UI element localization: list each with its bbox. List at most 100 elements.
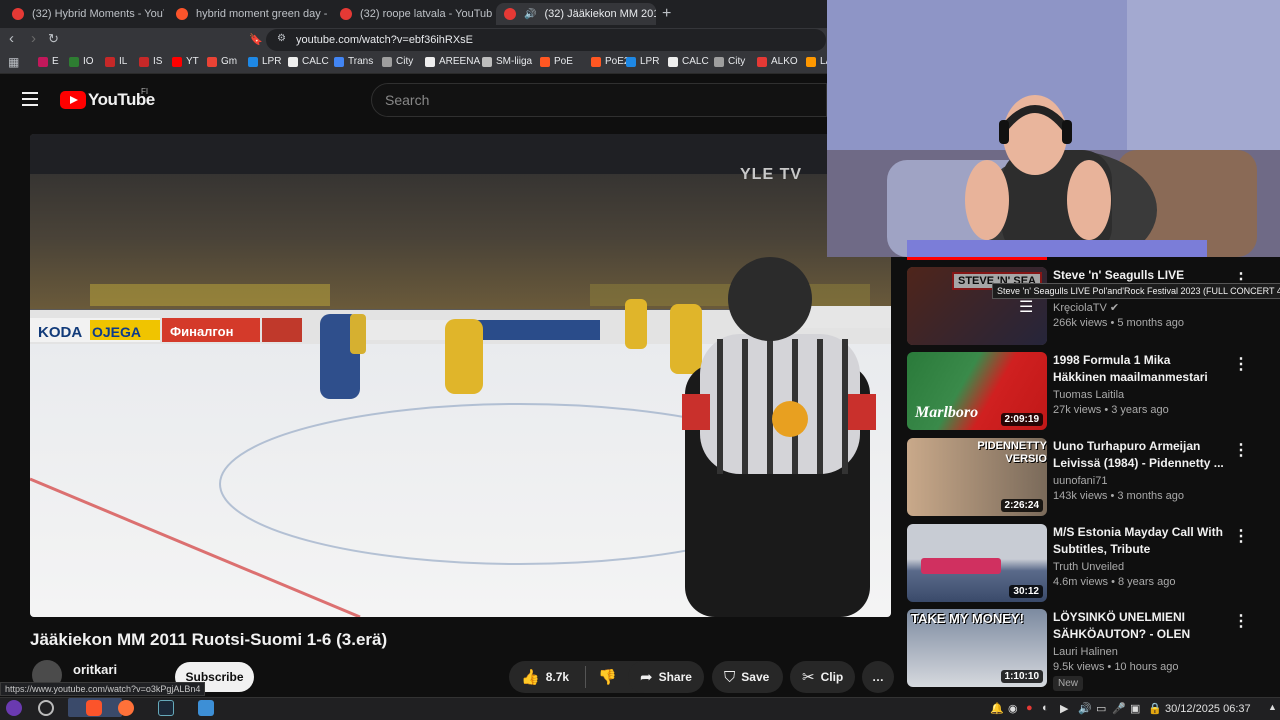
thumbs-down-icon[interactable]: 👎 [598, 668, 617, 686]
video-thumbnail[interactable]: STEVE 'N' SEA ☰ [907, 267, 1047, 345]
youtube-logo-icon[interactable] [60, 91, 86, 109]
save-label: Save [741, 670, 770, 684]
video-thumbnail[interactable]: TAKE MY MONEY! 1:10:10 [907, 609, 1047, 687]
more-options-icon[interactable]: ⋮ [1233, 440, 1249, 460]
bookmark-favicon-icon [757, 56, 767, 67]
like-count[interactable]: 8.7k [546, 670, 569, 684]
video-player[interactable]: KODA OJEGA Финалгон [30, 134, 891, 617]
bookmark-favicon-icon [69, 56, 79, 67]
lock-icon[interactable]: 🔒 [1148, 702, 1162, 715]
video-item-title: M/S Estonia Mayday Call With Subtitles, … [1053, 525, 1223, 556]
related-video-item[interactable]: Marlboro 2:09:19 1998 Formula 1 Mika Häk… [907, 352, 1267, 432]
bookmark-favicon-icon [806, 56, 816, 67]
bookmark-item[interactable]: AREENA [425, 56, 480, 67]
bookmark-item[interactable]: YT [172, 56, 199, 67]
channel-name[interactable]: oritkari [73, 662, 117, 677]
thumbnail-caption: Marlboro [915, 404, 979, 421]
browser-tab[interactable]: (32) roope latvala - YouTube [332, 3, 492, 25]
bookmark-label: Gm [221, 56, 238, 67]
notification-bell-icon[interactable]: 🔔 [990, 702, 1004, 715]
share-button[interactable]: ➦ Share [628, 661, 704, 693]
steam-tray-icon[interactable]: ◐ [1042, 702, 1049, 714]
obs-icon[interactable]: ◉ [1008, 702, 1018, 715]
microphone-icon[interactable]: 🎤 [1112, 702, 1126, 715]
search-input[interactable] [371, 83, 827, 117]
bookmark-item[interactable]: City [714, 56, 745, 67]
video-thumbnail[interactable]: 30:12 [907, 524, 1047, 602]
bookmark-item[interactable]: IO [69, 56, 94, 67]
brave-browser-icon[interactable] [86, 700, 102, 716]
video-thumbnail[interactable]: Marlboro 2:09:19 [907, 352, 1047, 430]
related-video-item[interactable]: STEVE 'N' SEA ☰ Steve 'n' Seagulls LIVE … [907, 267, 1267, 347]
more-options-icon[interactable]: ⋮ [1233, 354, 1249, 374]
firefox-icon[interactable] [118, 700, 134, 716]
bookmark-label: IS [153, 56, 163, 67]
search-placeholder: Search [385, 92, 430, 108]
thumbs-up-icon[interactable]: 👍 [521, 668, 540, 686]
verified-check-icon: ✔ [1109, 302, 1120, 314]
bookmark-item[interactable]: CALC [288, 56, 329, 67]
more-options-icon[interactable]: ⋮ [1233, 526, 1249, 546]
related-video-item[interactable]: TAKE MY MONEY! 1:10:10 LÖYSINKÖ UNELMIEN… [907, 609, 1267, 691]
clipboard-icon[interactable]: ▭ [1096, 702, 1106, 715]
video-title: Jääkiekon MM 2011 Ruotsi-Suomi 1-6 (3.er… [30, 630, 388, 649]
network-icon[interactable]: ▣ [1130, 702, 1140, 715]
svg-text:Финалгон: Финалгон [170, 324, 233, 339]
bookmark-item[interactable]: CALC [668, 56, 709, 67]
steam-icon[interactable] [158, 700, 174, 716]
country-code: FI [141, 87, 149, 96]
reload-icon[interactable]: ↻ [48, 31, 59, 47]
bookmark-favicon-icon [382, 56, 392, 67]
menu-icon[interactable] [22, 92, 38, 106]
save-button[interactable]: ⛉ Save [712, 661, 783, 693]
bookmark-item[interactable]: E [38, 56, 59, 67]
bookmark-label: SM-liiga [496, 56, 533, 67]
bookmark-label: LPR [640, 56, 660, 67]
watch-progress-bar [907, 257, 1047, 260]
bookmark-item[interactable]: LPR [626, 56, 659, 67]
clip-button[interactable]: ✂ Clip [790, 661, 855, 693]
more-actions-button[interactable]: … [862, 661, 894, 693]
volume-icon[interactable]: 🔊 [1078, 702, 1092, 715]
apps-grid-icon[interactable]: ▦ [8, 55, 19, 69]
forward-arrow-icon[interactable]: › [31, 30, 36, 47]
more-options-icon[interactable]: ⋮ [1233, 611, 1249, 631]
bookmark-item[interactable]: IL [105, 56, 127, 67]
file-manager-icon[interactable] [198, 700, 214, 716]
tab-label: (32) Jääkiekon MM 2011 R [544, 8, 656, 20]
bookmark-label: E [52, 56, 59, 67]
bookmark-label: YT [186, 56, 199, 67]
browser-tab[interactable]: hybrid moment green day - Bra [168, 3, 328, 25]
media-play-icon[interactable]: ▶ [1060, 702, 1068, 715]
record-icon[interactable]: ● [1026, 702, 1033, 714]
site-info-icon[interactable]: ⚙ [277, 33, 286, 44]
bookmark-item[interactable]: LPR [248, 56, 281, 67]
bookmark-favicon-icon [668, 56, 678, 67]
bookmark-item[interactable]: ALKO [757, 56, 798, 67]
related-video-item[interactable]: PIDENNETTY VERSIO 2:26:24 Uuno Turhapuro… [907, 438, 1267, 518]
back-arrow-icon[interactable]: ‹ [9, 30, 14, 47]
bookmark-item[interactable]: PoE2 [591, 56, 629, 67]
bookmark-item[interactable]: City [382, 56, 413, 67]
bookmark-label: PoE [554, 56, 573, 67]
bookmark-item[interactable]: IS [139, 56, 162, 67]
bookmark-label: AREENA [439, 56, 481, 67]
clock-app-icon[interactable] [38, 700, 54, 716]
video-item-meta: 27k views • 3 years ago [1053, 404, 1169, 416]
bookmark-item[interactable]: SM-liiga [482, 56, 532, 67]
related-video-item[interactable]: 30:12 M/S Estonia Mayday Call With Subti… [907, 524, 1267, 604]
browser-tab-active[interactable]: 🔊 (32) Jääkiekon MM 2011 R ✕ [496, 3, 656, 25]
start-menu-icon[interactable] [6, 700, 22, 716]
bookmark-item[interactable]: PoE [540, 56, 573, 67]
bookmark-icon[interactable]: 🔖 [249, 33, 263, 46]
taskbar-clock[interactable]: 30/12/2025 06:37 [1165, 703, 1251, 715]
bookmark-item[interactable]: Trans [334, 56, 373, 67]
video-thumbnail[interactable]: PIDENNETTY VERSIO 2:26:24 [907, 438, 1047, 516]
share-label: Share [658, 670, 692, 684]
tab-label: (32) Hybrid Moments - YouTube [32, 8, 164, 20]
bookmark-item[interactable]: Gm [207, 56, 237, 67]
browser-tab[interactable]: (32) Hybrid Moments - YouTube [4, 3, 164, 25]
new-tab-button[interactable]: + [662, 5, 671, 23]
video-duration: 2:26:24 [1000, 499, 1043, 512]
show-desktop-icon[interactable]: ▲ [1268, 702, 1277, 712]
